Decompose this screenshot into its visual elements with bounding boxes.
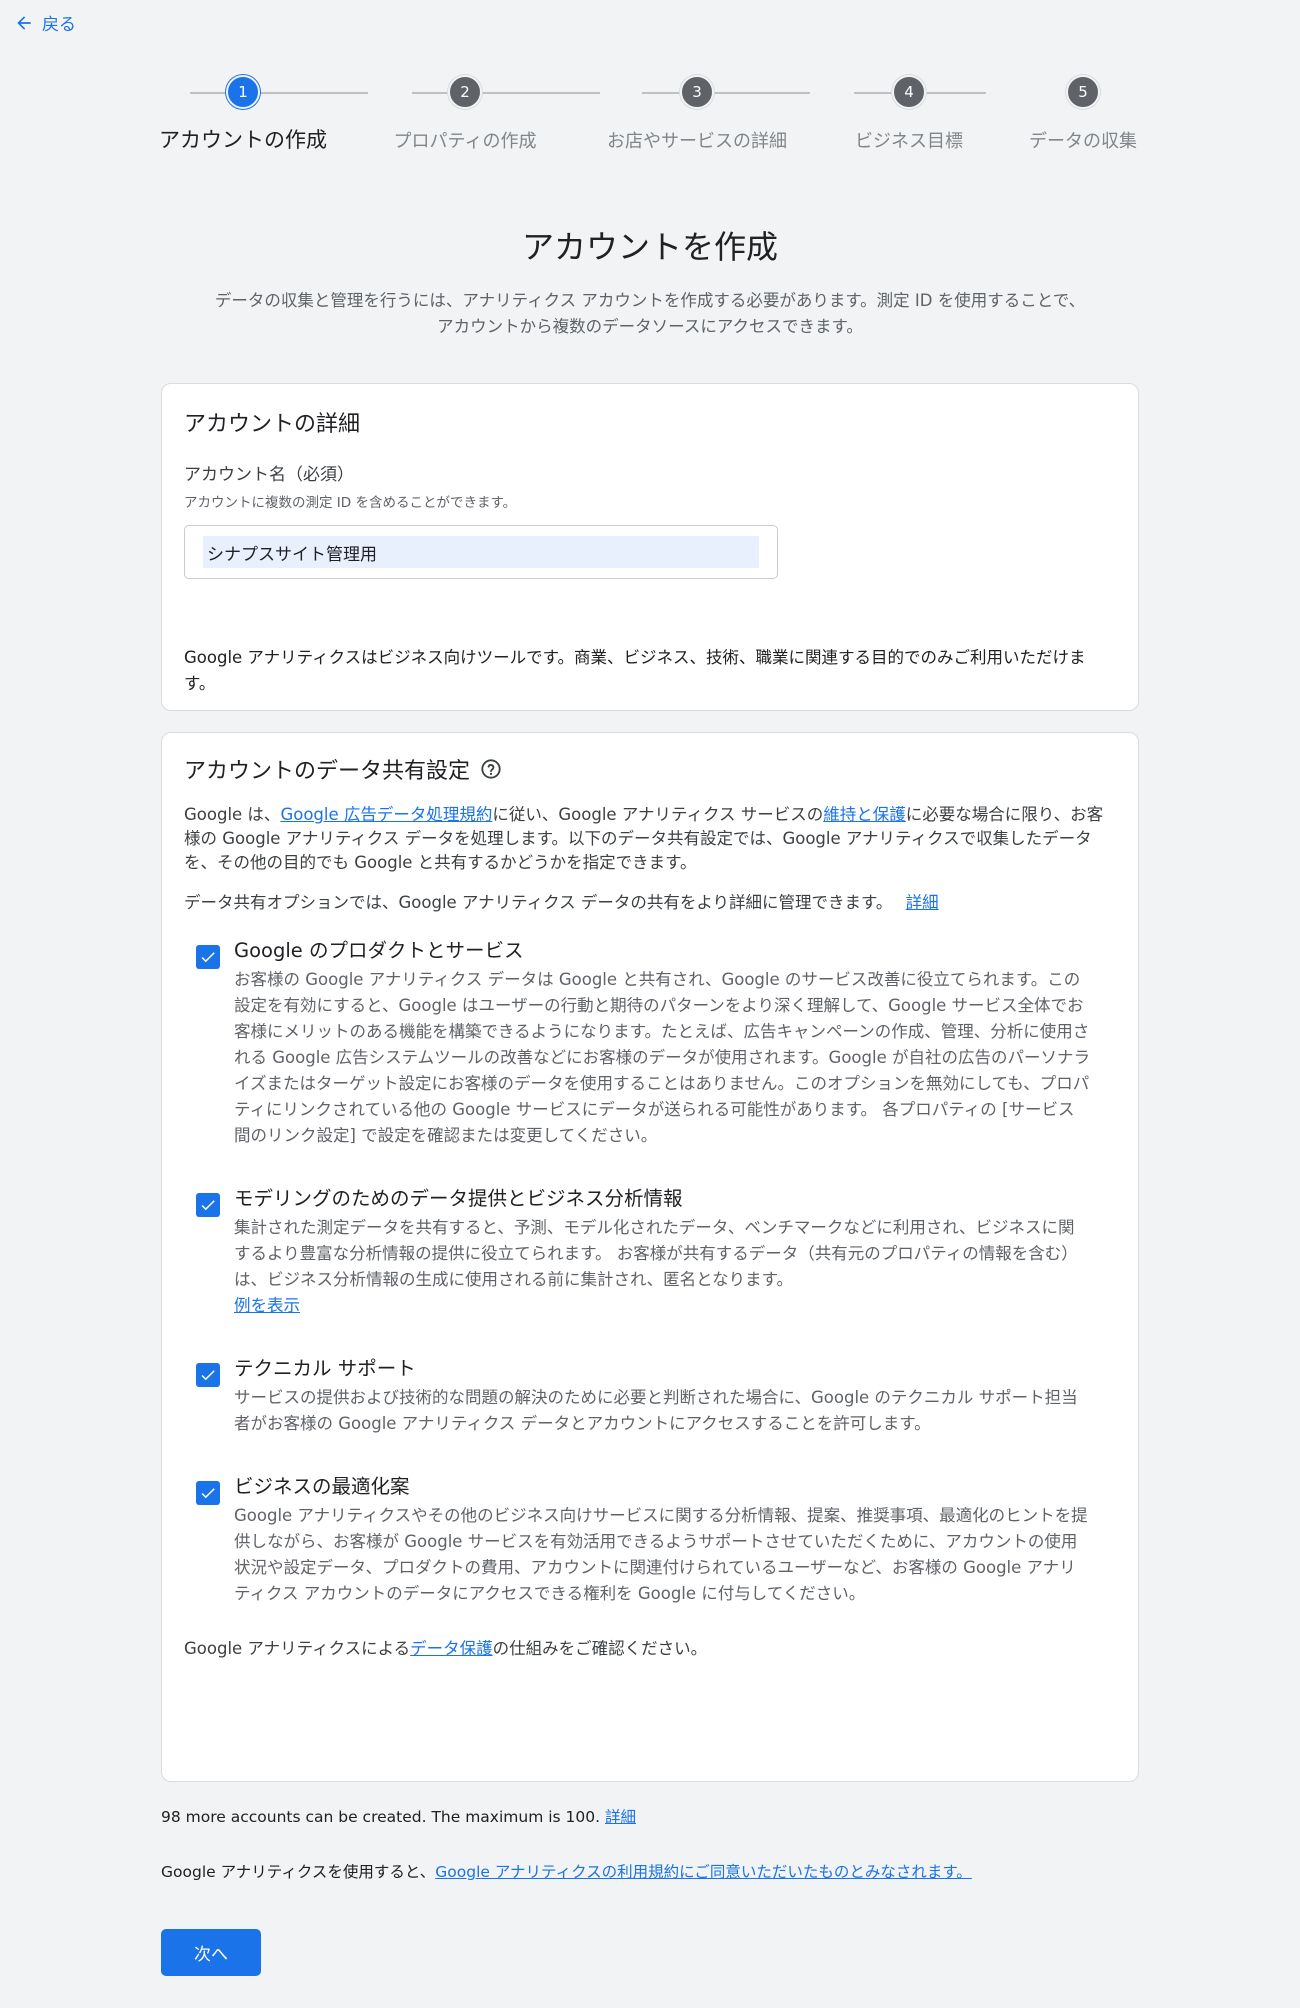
option-google-products: Google のプロダクトとサービス お客様の Google アナリティクス デ… [196,935,1116,1149]
step-data-collection: 5 データの収集 [983,75,1183,153]
option-title: Google のプロダクトとサービス [234,939,524,962]
business-use-note: Google アナリティクスはビジネス向けツールです。商業、ビジネス、技術、職業… [184,648,1086,693]
step-number: 5 [1066,75,1100,109]
step-property: 2 プロパティの作成 [365,75,565,153]
option-title: テクニカル サポート [234,1357,416,1380]
option-business-recommendations: ビジネスの最適化案 Google アナリティクスやその他のビジネス向けサービスに… [196,1471,1116,1607]
ads-data-processing-terms-link[interactable]: Google 広告データ処理規約 [280,805,492,824]
account-limit-note: 98 more accounts can be created. The max… [161,1805,636,1827]
page-description: データの収集と管理を行うには、アナリティクス アカウントを作成する必要があります… [150,288,1150,340]
technical-support-checkbox[interactable] [196,1363,220,1387]
terms-of-service-link[interactable]: Google アナリティクスの利用規約にご同意いただいたものとみなされます。 [435,1863,972,1881]
terms-text: Google アナリティクスを使用すると、 [161,1863,436,1881]
show-example-link[interactable]: 例を表示 [234,1296,300,1315]
step-number: 2 [448,75,482,109]
step-label: ビジネス目標 [855,131,963,152]
back-link[interactable]: 戻る [14,10,76,35]
step-number: 1 [226,75,260,109]
account-name-hint: アカウントに複数の測定 ID を含めることができます。 [184,495,517,511]
check-icon [201,952,215,963]
account-limit-link[interactable]: 詳細 [605,1808,636,1826]
intro-text: Google は、 [184,805,281,824]
data-sharing-title: アカウントのデータ共有設定 [184,753,1116,785]
maintain-protect-link[interactable]: 維持と保護 [823,805,906,824]
step-label: プロパティの作成 [393,131,537,152]
account-details-title: アカウントの詳細 [184,412,361,437]
data-sharing-options-note: データ共有オプションでは、Google アナリティクス データの共有をより詳細に… [184,891,1116,915]
business-recommendations-checkbox[interactable] [196,1481,220,1505]
step-label: アカウントの作成 [159,128,327,152]
help-icon[interactable] [480,758,502,780]
account-details-card: アカウントの詳細 アカウント名（必須） アカウントに複数の測定 ID を含めるこ… [161,383,1139,711]
account-limit-text: 98 more accounts can be created. The max… [161,1808,605,1826]
option-title: ビジネスの最適化案 [234,1475,410,1498]
modeling-insights-checkbox[interactable] [196,1193,220,1217]
data-sharing-intro: Google は、Google 広告データ処理規約に従い、Google アナリテ… [184,803,1116,875]
account-name-input[interactable] [203,536,759,568]
footer-text: Google アナリティクスによる [184,1639,411,1658]
option-description: Google アナリティクスやその他のビジネス向けサービスに関する分析情報、提案… [234,1506,1088,1603]
google-products-checkbox[interactable] [196,945,220,969]
option-title: モデリングのためのデータ提供とビジネス分析情報 [234,1187,683,1210]
option-technical-support: テクニカル サポート サービスの提供および技術的な問題の解決のために必要と判断さ… [196,1353,1116,1437]
page-title: アカウントを作成 [521,228,778,266]
option-modeling-insights: モデリングのためのデータ提供とビジネス分析情報 集計された測定データを共有すると… [196,1183,1116,1319]
account-name-field [184,525,778,579]
option-description: 集計された測定データを共有すると、予測、モデル化されたデータ、ベンチマークなどに… [234,1218,1078,1289]
step-number: 3 [680,75,714,109]
data-sharing-card: アカウントのデータ共有設定 Google は、Google 広告データ処理規約に… [161,732,1139,1782]
data-protection-link[interactable]: データ保護 [410,1639,493,1658]
check-icon [201,1370,215,1381]
step-business-details: 3 お店やサービスの詳細 [597,75,797,153]
step-label: お店やサービスの詳細 [607,131,787,152]
arrow-left-icon [17,15,31,30]
intro-text: に従い、Google アナリティクス サービスの [492,805,824,824]
terms-note: Google アナリティクスを使用すると、Google アナリティクスの利用規約… [161,1860,972,1882]
next-button[interactable]: 次へ [161,1929,261,1976]
footer-text: の仕組みをご確認ください。 [492,1639,708,1658]
step-account: 1 アカウントの作成 [143,75,343,154]
data-sharing-title-text: アカウントのデータ共有設定 [184,759,471,784]
step-number: 4 [892,75,926,109]
check-icon [201,1200,215,1211]
learn-more-link[interactable]: 詳細 [906,893,939,912]
account-name-label: アカウント名（必須） [184,465,354,485]
stepper: 1 アカウントの作成 2 プロパティの作成 3 お店やサービスの詳細 4 ビジネ… [150,75,1150,165]
options-note-text: データ共有オプションでは、Google アナリティクス データの共有をより詳細に… [184,893,893,912]
back-label: 戻る [42,15,76,35]
option-description: サービスの提供および技術的な問題の解決のために必要と判断された場合に、Googl… [234,1388,1078,1433]
step-business-goals: 4 ビジネス目標 [809,75,1009,153]
description-line: データの収集と管理を行うには、アナリティクス アカウントを作成する必要があります… [214,291,1086,310]
description-line: アカウントから複数のデータソースにアクセスできます。 [437,317,863,336]
data-protection-note: Google アナリティクスによるデータ保護の仕組みをご確認ください。 [184,1637,1116,1661]
check-icon [201,1488,215,1499]
option-description: お客様の Google アナリティクス データは Google と共有され、Go… [234,970,1090,1145]
step-label: データの収集 [1029,131,1137,152]
